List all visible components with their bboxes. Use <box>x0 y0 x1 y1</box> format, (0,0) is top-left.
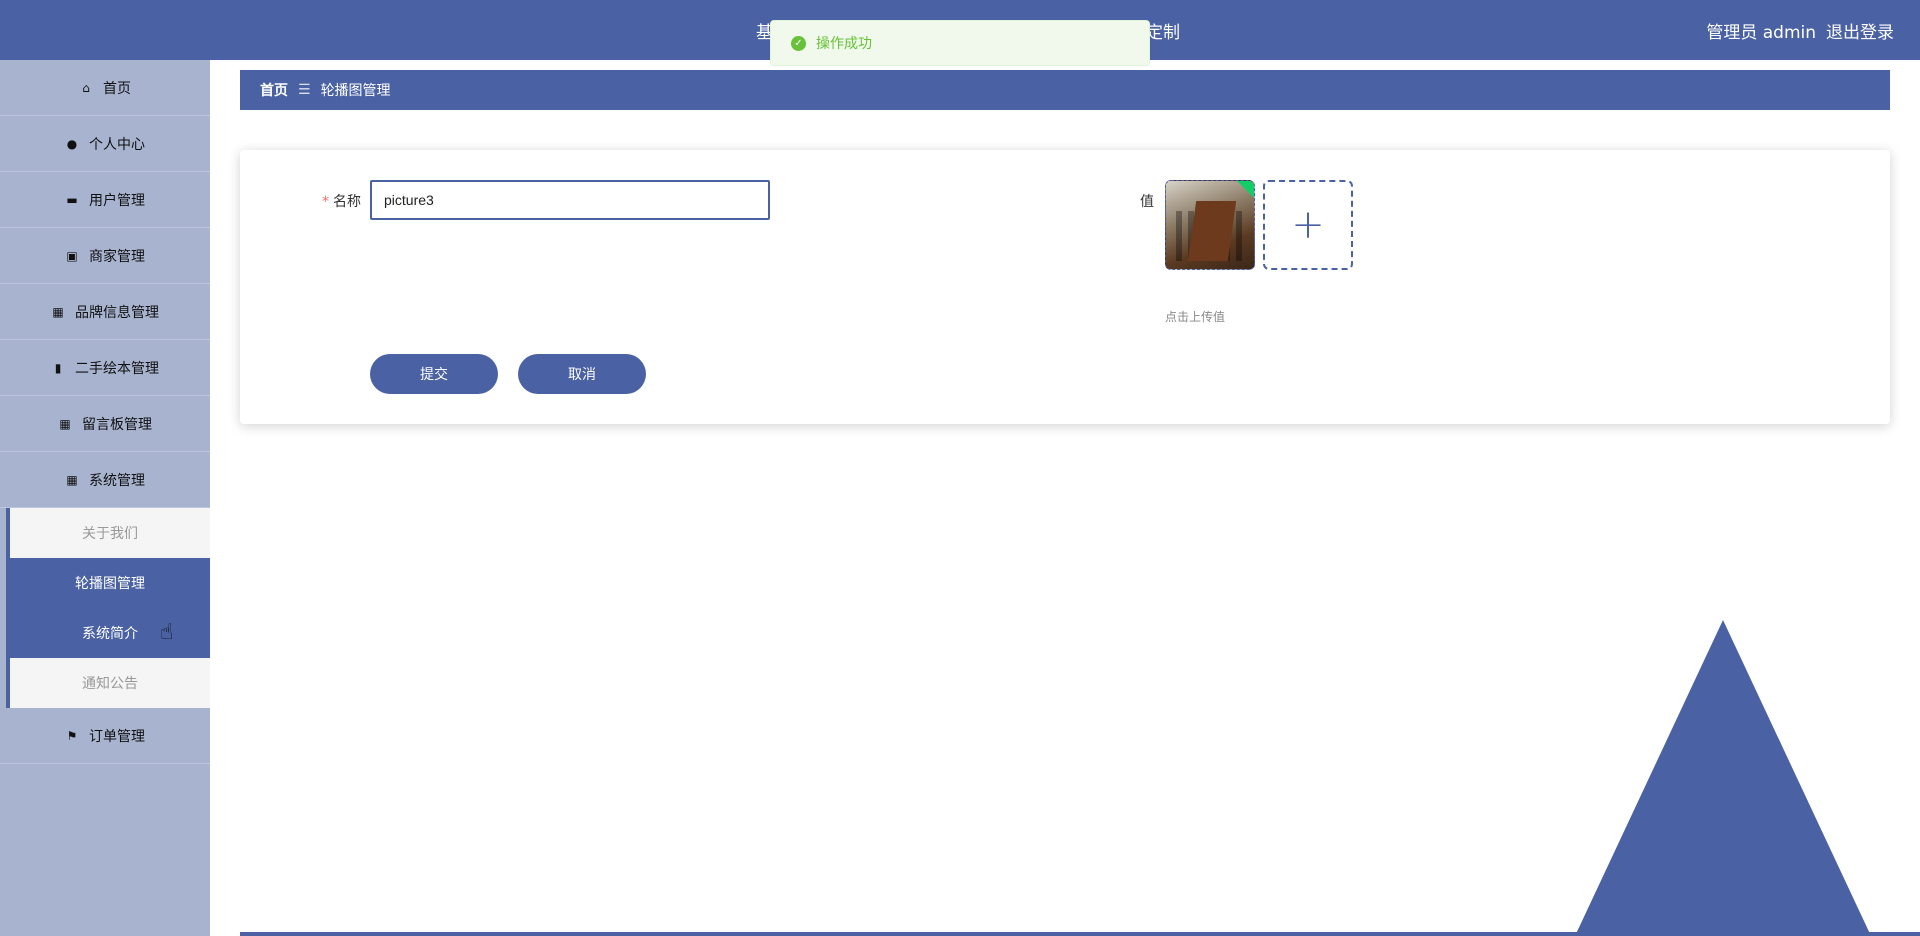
submit-button[interactable]: 提交 <box>370 354 498 394</box>
sidebar-subitem-carousel[interactable]: 轮播图管理 <box>6 558 210 608</box>
sidebar-subitem-about[interactable]: 关于我们 <box>6 508 210 558</box>
user-role: 管理员 admin <box>1706 23 1816 43</box>
bar-chart-icon: ▮ <box>54 360 62 375</box>
upload-success-corner <box>1237 181 1254 198</box>
sidebar-item-messages[interactable]: ▦ 留言板管理 <box>0 396 210 452</box>
sidebar-item-label: 个人中心 <box>89 136 145 153</box>
toast-message: 操作成功 <box>816 36 872 52</box>
cancel-button[interactable]: 取消 <box>518 354 646 394</box>
breadcrumb: 首页 ☰ 轮播图管理 <box>240 70 1890 110</box>
grid-icon: ▦ <box>66 472 78 487</box>
bottom-border <box>240 932 1920 936</box>
form-card: *名称 值 + 点击上传值 提交 取消 <box>240 150 1890 424</box>
sidebar: ⌂ 首页 ● 个人中心 ▬ 用户管理 ▣ 商家管理 ▦ 品牌信息管理 ▮ 二手绘… <box>0 60 210 936</box>
decorative-triangle <box>1575 620 1871 936</box>
value-label: 值 <box>1140 194 1154 210</box>
sidebar-item-label: 商家管理 <box>89 248 145 265</box>
required-mark: * <box>322 194 329 210</box>
breadcrumb-home[interactable]: 首页 <box>260 80 288 100</box>
sidebar-item-label: 二手绘本管理 <box>75 360 159 377</box>
sidebar-item-home[interactable]: ⌂ 首页 <box>0 60 210 116</box>
sidebar-item-label: 系统管理 <box>89 472 145 489</box>
home-icon: ⌂ <box>82 80 90 95</box>
user-icon: ● <box>66 136 78 151</box>
uploaded-image-thumbnail[interactable] <box>1165 180 1255 270</box>
logout-link[interactable]: 退出登录 <box>1826 18 1894 43</box>
flag-icon: ⚑ <box>66 728 78 743</box>
sidebar-subitem-notice[interactable]: 通知公告 <box>6 658 210 708</box>
name-input[interactable] <box>370 180 770 220</box>
name-label: * 名称 <box>322 191 361 211</box>
sidebar-item-label: 首页 <box>103 80 131 97</box>
sidebar-item-label: 品牌信息管理 <box>75 304 159 321</box>
sidebar-item-system[interactable]: ▦ 系统管理 <box>0 452 210 508</box>
breadcrumb-separator: ☰ <box>298 82 311 98</box>
success-toast: ✓ 操作成功 <box>770 20 1150 66</box>
image-table <box>1187 201 1237 261</box>
sidebar-item-merchants[interactable]: ▣ 商家管理 <box>0 228 210 284</box>
check-circle-icon: ✓ <box>791 35 806 51</box>
sidebar-item-profile[interactable]: ● 个人中心 <box>0 116 210 172</box>
upload-button[interactable]: + <box>1263 180 1353 270</box>
sidebar-item-label: 订单管理 <box>89 728 145 745</box>
upload-hint: 点击上传值 <box>1165 310 1226 324</box>
clipboard-icon: ▣ <box>66 248 78 263</box>
app-title-right: 定制 <box>1146 23 1180 43</box>
briefcase-icon: ▬ <box>66 192 78 207</box>
sidebar-item-books[interactable]: ▮ 二手绘本管理 <box>0 340 210 396</box>
name-label-text: 名称 <box>333 194 361 210</box>
grid-icon: ▦ <box>52 304 64 319</box>
sidebar-item-users[interactable]: ▬ 用户管理 <box>0 172 210 228</box>
sidebar-item-label: 留言板管理 <box>82 416 152 433</box>
hand-cursor-icon: ☝ <box>160 620 174 645</box>
sidebar-subitem-intro[interactable]: 系统简介 <box>6 608 210 658</box>
user-area: 管理员 admin 退出登录 <box>1706 18 1894 43</box>
breadcrumb-current: 轮播图管理 <box>320 83 391 99</box>
grid-icon: ▦ <box>59 416 71 431</box>
plus-icon: + <box>1291 202 1325 248</box>
sidebar-item-brands[interactable]: ▦ 品牌信息管理 <box>0 284 210 340</box>
sidebar-item-orders[interactable]: ⚑ 订单管理 <box>0 708 210 764</box>
sidebar-item-label: 用户管理 <box>89 192 145 209</box>
